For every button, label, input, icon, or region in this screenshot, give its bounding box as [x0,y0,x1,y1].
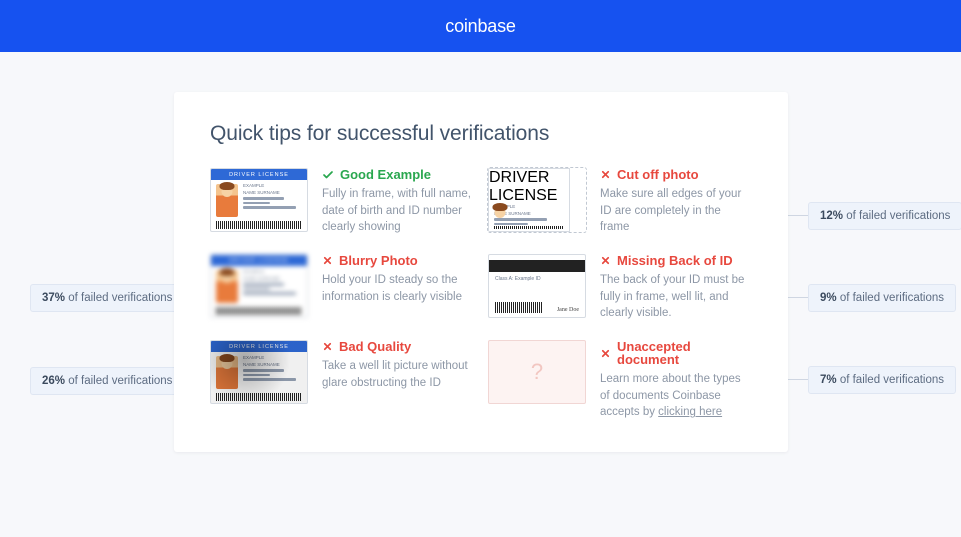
barcode-icon [216,393,302,401]
callout-unaccepted: 7% of failed verifications [808,366,956,394]
placeholder-thumb: ? [488,340,586,404]
tile-blurry: DRIVER LICENSE EXAMPLENAME SURNAME Blurr… [210,254,474,322]
callout-percent: 37% [42,292,65,304]
callout-suffix: of failed verifications [65,292,172,304]
id-lines: EXAMPLE NAME SURNAME [243,184,302,217]
tile-desc: Take a well lit picture without glare ob… [322,358,474,391]
connector-line [788,379,808,380]
barcode-icon [495,302,543,313]
callout-percent: 12% [820,210,843,222]
tile-title: Cut off photo [600,168,752,181]
tips-grid: DRIVER LICENSE EXAMPLE NAME SURNAME [210,168,752,421]
barcode-icon [216,307,302,315]
id-thumb-good: DRIVER LICENSE EXAMPLE NAME SURNAME [210,168,308,232]
id-thumb-cutoff: DRIVER LICENSE EXAMPLENAME SURNAME [488,168,586,232]
tile-bad-quality: DRIVER LICENSE EXAMPLENAME SURNAME Bad Q… [210,340,474,421]
tile-title: Blurry Photo [322,254,474,267]
x-icon [322,255,333,266]
tile-title: Missing Back of ID [600,254,752,267]
avatar-illustration [216,184,238,217]
brand-logo: coinbase [445,16,515,37]
id-thumb-dark: DRIVER LICENSE EXAMPLENAME SURNAME [210,340,308,404]
callout-cutoff: 12% of failed verifications [808,202,961,230]
tile-desc: Hold your ID steady so the information i… [322,272,474,305]
tips-card: Quick tips for successful verifications … [174,92,788,452]
x-icon [600,169,611,180]
barcode-icon [216,221,302,229]
tile-desc: Make sure all edges of your ID are compl… [600,186,752,236]
x-icon [322,341,333,352]
tile-missing-back: Class A: Example ID Jane Doe Missing Bac… [488,254,752,322]
card-heading: Quick tips for successful verifications [210,122,752,146]
avatar-illustration [216,270,238,303]
docs-link[interactable]: clicking here [658,406,722,418]
tile-title: Good Example [322,168,474,181]
magstripe-icon [489,260,585,272]
tile-cutoff: DRIVER LICENSE EXAMPLENAME SURNAME Cut o… [488,168,752,236]
callout-suffix: of failed verifications [65,375,172,387]
callout-bad: 26% of failed verifications [30,367,184,395]
callout-suffix: of failed verifications [837,292,944,304]
x-icon [600,348,611,359]
tile-unaccepted: ? Unaccepted document Learn more about t… [488,340,752,421]
connector-line [788,297,808,298]
tile-desc: Fully in frame, with full name, date of … [322,186,474,236]
callout-percent: 26% [42,375,65,387]
app-header: coinbase [0,0,961,52]
callout-missing: 9% of failed verifications [808,284,956,312]
avatar-illustration [216,356,238,389]
callout-suffix: of failed verifications [843,210,950,222]
signature: Jane Doe [557,307,579,313]
id-stripe: DRIVER LICENSE [211,169,307,180]
question-icon: ? [531,359,543,385]
x-icon [600,255,611,266]
id-thumb-back: Class A: Example ID Jane Doe [488,254,586,318]
tile-title: Bad Quality [322,340,474,353]
callout-blurry: 37% of failed verifications [30,284,184,312]
connector-line [788,215,808,216]
page-stage: 37% of failed verifications 26% of faile… [0,52,961,537]
callout-percent: 9% [820,292,837,304]
tile-desc: The back of your ID must be fully in fra… [600,272,752,322]
tile-title: Unaccepted document [600,340,752,366]
id-thumb-blurry: DRIVER LICENSE EXAMPLENAME SURNAME [210,254,308,318]
tile-desc: Learn more about the types of documents … [600,371,752,421]
barcode-icon [494,226,564,229]
check-icon [322,169,334,181]
callout-percent: 7% [820,374,837,386]
tile-good: DRIVER LICENSE EXAMPLE NAME SURNAME [210,168,474,236]
callout-suffix: of failed verifications [837,374,944,386]
